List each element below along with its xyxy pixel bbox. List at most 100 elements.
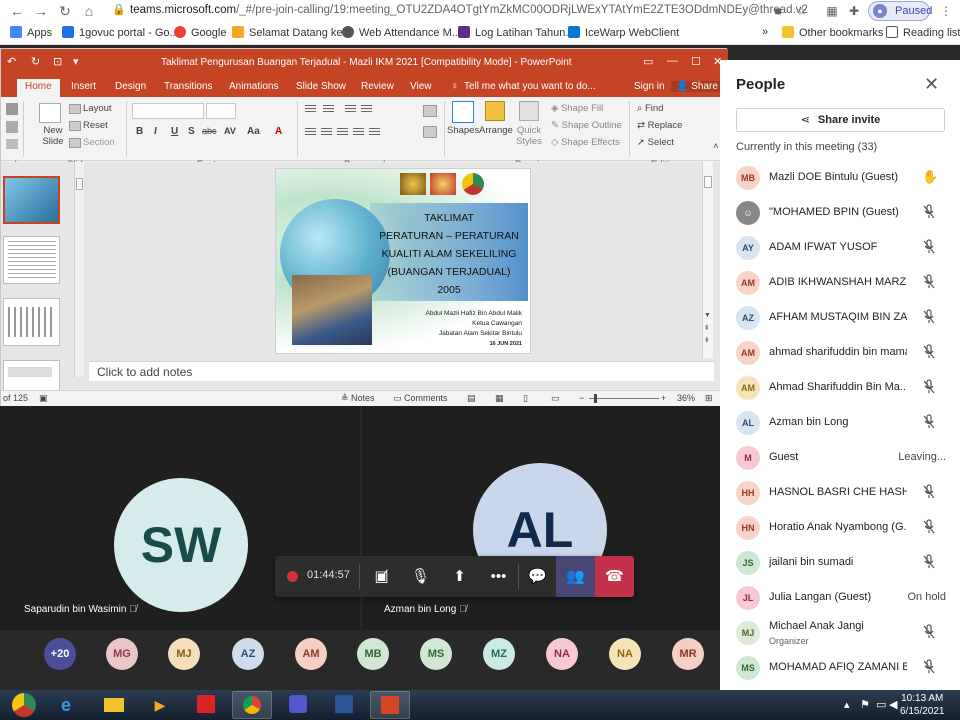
participant-avatar[interactable]: MR [672, 638, 704, 670]
justify-icon [353, 128, 364, 137]
participant-row[interactable]: MJ Michael Anak Jangi Organizer [720, 616, 960, 651]
share-invite-button[interactable]: ⋖ Share invite [736, 108, 945, 132]
participant-avatar[interactable]: MS [420, 638, 452, 670]
participant-avatar: AZ [736, 306, 760, 330]
bookmark-icewarp[interactable]: IceWarp WebClient [568, 26, 679, 39]
profile-avatar-icon: ● [873, 4, 887, 18]
zoom-slider [589, 398, 659, 399]
taskbar-acrobat[interactable] [186, 691, 226, 719]
font-size-box [206, 103, 236, 119]
chat-button[interactable]: 💬 [518, 556, 557, 597]
extension-icon[interactable]: ▦ [824, 3, 840, 19]
reload-icon[interactable]: ↻ [56, 2, 74, 20]
participant-name: Julia Langan (Guest) [769, 591, 872, 603]
participant-row[interactable]: AM ahmad sharifuddin bin mamat [720, 336, 960, 371]
camera-off-button[interactable]: ▣̸ [362, 556, 401, 597]
mic-off-icon [922, 309, 936, 325]
spellcheck-icon: ▣ [39, 393, 48, 403]
taskbar-chrome[interactable] [232, 691, 272, 719]
participant-row[interactable]: HN Horatio Anak Nyambong (G... [720, 511, 960, 546]
participant-row[interactable]: HH HASNOL BASRI CHE HASHIM [720, 476, 960, 511]
participant-row[interactable]: M Guest Leaving... [720, 441, 960, 476]
participant-avatar[interactable]: MB [357, 638, 389, 670]
separator [629, 101, 630, 157]
decrease-indent-icon [345, 105, 356, 114]
taskbar-teams[interactable] [278, 691, 318, 719]
attendee-count: Currently in this meeting (33) [736, 141, 878, 153]
tell-me-box: Tell me what you want to do... [464, 81, 596, 92]
camera-icon[interactable]: ■ [770, 3, 786, 19]
participant-row[interactable]: AL Azman bin Long [720, 406, 960, 441]
bookmark-web-attendance[interactable]: Web Attendance M... [342, 26, 461, 39]
participants-button[interactable]: 👥 [556, 556, 595, 597]
participant-avatar[interactable]: AM [295, 638, 327, 670]
bookmarks-more[interactable]: » [762, 26, 768, 38]
taskbar-powerpoint[interactable] [370, 691, 410, 719]
layout-icon [69, 104, 81, 114]
teams-icon [289, 695, 307, 713]
forward-icon[interactable]: → [32, 2, 50, 20]
reading-list[interactable]: Reading list [886, 26, 960, 39]
participant-row[interactable]: ☺ "MOHAMED BPIN (Guest) [720, 196, 960, 231]
start-button[interactable] [2, 691, 46, 719]
participant-avatar: JL [736, 586, 760, 610]
system-clock[interactable]: 10:13 AM 6/15/2021 [900, 692, 945, 718]
action-center-icon[interactable]: ⚑ [860, 698, 870, 711]
taskbar-ie[interactable]: e [46, 691, 86, 719]
bookmark-google[interactable]: Google [174, 26, 226, 39]
network-icon[interactable]: ▭ [876, 698, 886, 711]
participant-row[interactable]: AM Ahmad Sharifuddin Bin Ma... [720, 371, 960, 406]
taskbar-media[interactable]: ▶ [140, 691, 180, 719]
taskbar-word[interactable] [324, 691, 364, 719]
participant-avatar[interactable]: MG [106, 638, 138, 670]
participant-avatar[interactable]: MZ [483, 638, 515, 670]
format-painter-icon [6, 139, 18, 149]
volume-icon[interactable]: ◀ [889, 698, 897, 711]
close-icon[interactable]: ✕ [924, 74, 939, 95]
font-color-icon: A [275, 126, 283, 137]
share-screen-button[interactable]: ⬆ [440, 556, 479, 597]
bookmark-star-icon[interactable]: ☆ [794, 3, 810, 19]
puzzle-icon[interactable]: ✚ [846, 3, 862, 19]
participant-avatar[interactable]: AZ [232, 638, 264, 670]
address-bar[interactable]: 🔒 teams.microsoft.com/_#/pre-join-callin… [104, 1, 864, 21]
participant-name: MOHAMAD AFIQ ZAMANI B... [769, 661, 907, 673]
participant-avatar[interactable]: NA [609, 638, 641, 670]
participant-avatar: MB [736, 166, 760, 190]
bookmarks-bar: Apps 1govuc portal - Go... Google Selama… [0, 22, 960, 44]
cursor-icon: ➚ [637, 137, 648, 148]
participant-avatar: MS [736, 656, 760, 680]
mic-off-icon: 🎙̸ [459, 604, 467, 615]
participant-row[interactable]: AY ADAM IFWAT YUSOF [720, 231, 960, 266]
back-icon[interactable]: ← [8, 2, 26, 20]
more-actions-button[interactable]: ••• [479, 556, 518, 597]
home-icon[interactable]: ⌂ [80, 2, 98, 20]
profile-paused-button[interactable]: ● Paused [868, 1, 933, 21]
participant-avatar[interactable]: NA [546, 638, 578, 670]
participant-row[interactable]: AZ AFHAM MUSTAQIM BIN ZA... [720, 301, 960, 336]
participant-row[interactable]: AM ADIB IKHWANSHAH MARZU... [720, 266, 960, 301]
participant-avatar[interactable]: MJ [168, 638, 200, 670]
overflow-count[interactable]: +20 [44, 638, 76, 670]
paused-label: Paused [895, 5, 933, 17]
call-controls: 01:44:57 ▣̸ 🎙 ⬆ ••• 💬 👥 ☎ [275, 556, 634, 597]
bookmark-selamat[interactable]: Selamat Datang ke... [232, 26, 352, 39]
font-name-box [132, 103, 204, 119]
participant-row[interactable]: MB Mazli DOE Bintulu (Guest) ✋ [720, 161, 960, 196]
numbering-icon [323, 105, 334, 114]
tab-transitions: Transitions [164, 81, 213, 92]
zoom-thumb [594, 394, 597, 403]
bookmark-log-latihan[interactable]: Log Latihan Tahun... [458, 26, 575, 39]
menu-kebab-icon[interactable]: ⋮ [938, 3, 954, 19]
bookmark-apps[interactable]: Apps [10, 26, 52, 39]
taskbar-explorer[interactable] [94, 691, 134, 719]
mic-button[interactable]: 🎙 [401, 556, 440, 597]
bookmark-1govuc[interactable]: 1govuc portal - Go... [62, 26, 179, 39]
other-bookmarks[interactable]: Other bookmarks [782, 26, 883, 39]
recording-icon [287, 571, 298, 582]
participant-row[interactable]: JL Julia Langan (Guest) On hold [720, 581, 960, 616]
participant-row[interactable]: JS jailani bin sumadi [720, 546, 960, 581]
tray-arrow-icon[interactable]: ▴ [844, 698, 850, 711]
participant-row[interactable]: MS MOHAMAD AFIQ ZAMANI B... [720, 651, 960, 686]
hang-up-button[interactable]: ☎ [595, 556, 634, 597]
